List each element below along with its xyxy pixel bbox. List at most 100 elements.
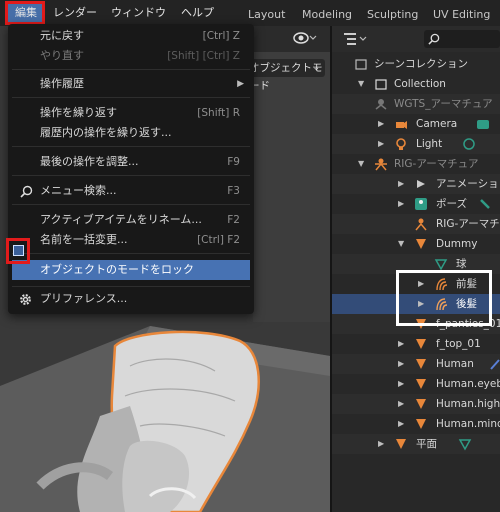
shortcut-search: F3 [227, 185, 240, 197]
outliner-row-label: アニメーション [436, 178, 500, 190]
menu-item-preferences[interactable]: プリファレンス... [8, 289, 254, 309]
outliner-row-human[interactable]: ▶ Human [332, 354, 500, 374]
menu-item-repeat-last[interactable]: 操作を繰り返す [Shift] R [8, 103, 254, 123]
menu-item-adjust-last[interactable]: 最後の操作を調整... F9 [8, 152, 254, 172]
expand-arrow-icon[interactable]: ▶ [398, 414, 404, 434]
shortcut-undo: [Ctrl] Z [202, 30, 240, 42]
expand-arrow-icon[interactable]: ▶ [398, 194, 404, 214]
outliner-row-label: Human.mind [436, 418, 500, 430]
display-mode-icon[interactable] [342, 30, 370, 51]
menu-item-lock-object-modes[interactable]: オブジェクトのモードをロック [12, 260, 250, 280]
outliner-panel: シーンコレクション ▼ Collection WGTS_アーマチュア ▶ Cam… [330, 26, 500, 512]
outliner-row-pose[interactable]: ▶ ポーズ [332, 194, 500, 214]
expand-arrow-icon[interactable]: ▼ [358, 74, 364, 94]
armature-icon [374, 97, 388, 111]
outliner-row-rig-armature[interactable]: ▼ RIG-アーマチュア [332, 154, 500, 174]
pose-icon [414, 197, 428, 211]
outliner-row-plane[interactable]: ▶ 平面 [332, 434, 500, 454]
outliner-row-human-mind[interactable]: ▶ Human.mind [332, 414, 500, 434]
filter-search-input[interactable] [424, 30, 500, 48]
outliner-row-label: RIG-アーマチュア [436, 218, 500, 230]
expand-arrow-icon[interactable]: ▶ [398, 374, 404, 394]
expand-arrow-icon[interactable]: ▶ [398, 334, 404, 354]
viewport-shading-icon[interactable] [292, 29, 318, 50]
menu-item-redo-label: やり直す [40, 49, 84, 62]
outliner-row-dummy[interactable]: ▼ Dummy [332, 234, 500, 254]
search-icon [20, 185, 33, 205]
menu-item-repeat-history[interactable]: 履歴内の操作を繰り返す... [8, 123, 254, 143]
workspace-tab-layout[interactable]: Layout [248, 6, 285, 24]
menu-help[interactable]: ヘルプ [181, 4, 214, 22]
outliner-row-camera[interactable]: ▶ Camera [332, 114, 500, 134]
shortcut-redo: [Shift] [Ctrl] Z [167, 50, 240, 62]
outliner-row-human-eyebrow[interactable]: ▶ Human.eyebrow [332, 374, 500, 394]
mesh-object-icon [414, 357, 428, 371]
menu-window[interactable]: ウィンドウ [111, 4, 166, 22]
shortcut-batch-rename: [Ctrl] F2 [197, 234, 240, 246]
armature-data-icon [414, 217, 428, 231]
outliner-row-label: Human.eyebrow [436, 378, 500, 390]
outliner-row-animation[interactable]: ▶ アニメーション [332, 174, 500, 194]
scene-collection-icon [354, 57, 368, 71]
menu-item-undo[interactable]: 元に戻す [Ctrl] Z [8, 26, 254, 46]
mesh-data-icon [434, 257, 448, 271]
outliner-row-rig-armature-data[interactable]: RIG-アーマチュア [332, 214, 500, 234]
menu-divider [12, 69, 250, 70]
menu-item-search[interactable]: メニュー検索... F3 [8, 181, 254, 201]
mesh-object-icon [414, 377, 428, 391]
menu-item-rename-active[interactable]: アクティブアイテムをリネーム... F2 [8, 210, 254, 230]
outliner-row-human-high-poly[interactable]: ▶ Human.high-poly [332, 394, 500, 414]
gear-icon [19, 293, 32, 313]
lock-object-modes-checkbox[interactable] [13, 245, 24, 256]
mesh-object-icon [414, 397, 428, 411]
expand-arrow-icon[interactable]: ▶ [378, 434, 384, 454]
menu-item-redo[interactable]: やり直す [Shift] [Ctrl] Z [8, 46, 254, 66]
expand-arrow-icon[interactable]: ▶ [378, 114, 384, 134]
outliner-row-collection[interactable]: ▼ Collection [332, 74, 500, 94]
menu-item-undo-label: 元に戻す [40, 29, 84, 42]
outliner-row-scene-collection[interactable]: シーンコレクション [332, 54, 500, 74]
expand-arrow-icon[interactable]: ▶ [398, 354, 404, 374]
mesh-object-icon [414, 237, 428, 251]
menu-item-adjust-last-label: 最後の操作を調整... [40, 155, 139, 168]
menu-item-rename-active-label: アクティブアイテムをリネーム... [40, 213, 202, 226]
outliner-row-label: Human [436, 358, 474, 370]
outliner-row-label: シーンコレクション [374, 58, 468, 70]
workspace-tab-uv-editing[interactable]: UV Editing [433, 6, 490, 24]
outliner-row-label: Collection [394, 78, 446, 90]
menu-item-undo-history[interactable]: 操作履歴 ▶ [8, 74, 254, 94]
mesh-data-icon [458, 437, 472, 451]
menu-divider [12, 146, 250, 147]
outliner-row-label: WGTS_アーマチュア [394, 98, 493, 110]
outliner-row-wgts-armature[interactable]: WGTS_アーマチュア [332, 94, 500, 114]
outliner-row-light[interactable]: ▶ Light [332, 134, 500, 154]
mode-select[interactable]: オブジェクトモード ⌄ [243, 59, 325, 92]
expand-arrow-icon[interactable]: ▼ [358, 154, 364, 174]
shortcut-rename-active: F2 [227, 214, 240, 226]
highlight-box-hair [396, 270, 492, 326]
workspace-tab-modeling[interactable]: Modeling [302, 6, 352, 24]
outliner-row-label: Light [416, 138, 443, 150]
menu-item-undo-history-label: 操作履歴 [40, 77, 84, 90]
scene-render [0, 326, 330, 512]
animation-icon [414, 177, 428, 191]
outliner-row-f-top[interactable]: ▶ f_top_01 [332, 334, 500, 354]
menu-item-batch-rename[interactable]: 名前を一括変更... [Ctrl] F2 [8, 230, 254, 250]
outliner-row-label: f_top_01 [436, 338, 481, 350]
menu-render[interactable]: レンダー [53, 4, 97, 22]
outliner-header [332, 26, 500, 52]
expand-arrow-icon[interactable]: ▶ [398, 394, 404, 414]
menu-divider [12, 286, 250, 287]
expand-arrow-icon[interactable]: ▼ [398, 234, 404, 254]
expand-arrow-icon[interactable]: ▶ [398, 174, 404, 194]
light-data-icon [462, 137, 476, 151]
outliner-row-label: Dummy [436, 238, 478, 250]
expand-arrow-icon[interactable]: ▶ [378, 134, 384, 154]
mesh-object-icon [394, 437, 408, 451]
menu-edit[interactable]: 編集 [5, 1, 45, 25]
menu-divider [12, 253, 250, 254]
camera-icon [394, 117, 408, 131]
outliner-row-label: Human.high-poly [436, 398, 500, 410]
light-icon [394, 137, 408, 151]
workspace-tab-sculpting[interactable]: Sculpting [367, 6, 418, 24]
